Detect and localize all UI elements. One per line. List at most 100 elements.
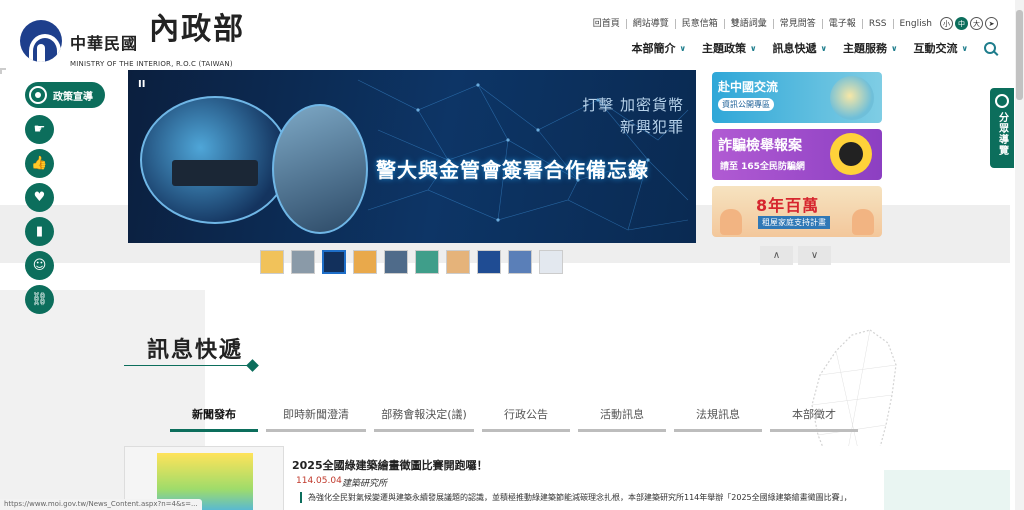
corner-decoration <box>0 68 6 74</box>
carousel-thumb[interactable] <box>291 250 315 274</box>
logo-cn: 中華民國 <box>70 34 139 53</box>
hero-banner[interactable]: II 打擊 加密貨幣 新興犯罪 警大與金管會簽署合作備忘錄 <box>128 70 696 243</box>
toplink-sitemap[interactable]: 網站導覽 <box>627 18 676 29</box>
tab-press-release[interactable]: 新聞發布 <box>170 406 258 432</box>
chevron-down-icon: ∨ <box>820 43 828 53</box>
toplink-mailbox[interactable]: 民意信箱 <box>676 18 725 29</box>
chevron-down-icon[interactable]: ∨ <box>798 246 831 265</box>
child-illustration <box>852 209 874 235</box>
heart-hand-icon[interactable]: ♥ <box>25 183 54 212</box>
font-size-small-button[interactable]: 小 <box>940 17 953 30</box>
carousel-thumb[interactable] <box>508 250 532 274</box>
audience-guide-label: 分眾導覽 <box>996 112 1008 156</box>
chevron-up-icon[interactable]: ∧ <box>760 246 793 265</box>
carousel-thumb-active[interactable] <box>322 250 346 274</box>
ministry-logo[interactable]: 中華民國 內政部 MINISTRY OF THE INTERIOR, R.O.C… <box>20 12 246 68</box>
globe-icon <box>830 76 874 120</box>
nav-label: 訊息快遞 <box>772 42 817 55</box>
ad-china-exchange[interactable]: 赴中國交流 資訊公開專區 <box>712 72 882 123</box>
section-title-news: 訊息快遞 <box>147 337 244 363</box>
carousel-thumb[interactable] <box>539 250 563 274</box>
carousel-thumb[interactable] <box>260 250 284 274</box>
chevron-down-icon: ∨ <box>891 43 898 53</box>
section-title-underline <box>124 365 252 366</box>
thumbs-up-icon[interactable]: 👍 <box>25 149 54 178</box>
nav-label: 主題服務 <box>843 42 887 55</box>
target-icon <box>29 86 47 104</box>
ad-scroll-controls: ∧ ∨ <box>760 246 836 265</box>
tab-announcements[interactable]: 行政公告 <box>482 406 570 432</box>
news-date: 114.05.04 <box>296 476 342 486</box>
nav-label: 互動交流 <box>913 42 958 55</box>
carousel-thumb[interactable] <box>477 250 501 274</box>
165-badge-icon <box>830 133 872 175</box>
chevron-down-icon: ∨ <box>679 43 687 53</box>
carousel-thumb[interactable] <box>446 250 470 274</box>
handshake-icon[interactable]: ☛ <box>25 115 54 144</box>
share-icon[interactable]: ➤ <box>985 17 998 30</box>
news-item[interactable]: 2025全國綠建築繪畫徵圖比賽開跑囉！ 114.05.04 建築研究所 為強化全… <box>124 446 884 510</box>
ad3-title: 8年百萬 <box>756 196 820 215</box>
tab-recruitment[interactable]: 本部徵才 <box>770 406 858 432</box>
user-icon <box>995 94 1009 108</box>
toplink-glossary[interactable]: 雙語詞彙 <box>725 18 774 29</box>
main-nav: 本部簡介 ∨ 主題政策 ∨ 訊息快遞 ∨ 主題服務 ∨ 互動交流 ∨ <box>616 40 996 56</box>
chevron-down-icon: ∨ <box>750 43 757 53</box>
toplink-home[interactable]: 回首頁 <box>587 18 627 29</box>
carousel-thumb[interactable] <box>353 250 377 274</box>
toplink-english[interactable]: English <box>894 19 939 29</box>
control-room-photo <box>140 96 290 224</box>
carousel-thumb[interactable] <box>384 250 408 274</box>
nav-policy[interactable]: 主題政策 ∨ <box>702 40 757 56</box>
nav-about[interactable]: 本部簡介 ∨ <box>632 40 687 56</box>
ministry-emblem-icon <box>20 20 62 62</box>
nav-label: 主題政策 <box>702 42 746 55</box>
ad3-sub: 租屋家庭支持計畫 <box>758 216 830 229</box>
tab-meeting-decisions[interactable]: 部務會報決定(議) <box>374 406 474 432</box>
status-bar-url: https://www.moi.gov.tw/News_Content.aspx… <box>0 499 202 510</box>
toplink-newsletter[interactable]: 電子報 <box>823 18 863 29</box>
hero-headline: 警大與金管會簽署合作備忘錄 <box>376 158 649 182</box>
audience-guide-tab[interactable]: 分眾導覽 <box>990 88 1014 168</box>
child-illustration <box>720 209 742 235</box>
link-icon[interactable]: ⛓ <box>25 285 54 314</box>
top-links: 回首頁 網站導覽 民意信箱 雙語詞彙 常見問答 電子報 RSS English … <box>587 17 998 30</box>
logo-text: 中華民國 內政部 MINISTRY OF THE INTERIOR, R.O.C… <box>70 12 246 68</box>
ad2-title: 詐騙檢舉報案 <box>718 138 802 154</box>
font-size-medium-button[interactable]: 中 <box>955 17 968 30</box>
carousel-thumbnails <box>260 250 570 274</box>
font-size-large-button[interactable]: 大 <box>970 17 983 30</box>
news-description: 為強化全民對氣候變遷與建築永續發展議題的認識，並積極推動綠建築節能減碳理念扎根，… <box>300 492 852 503</box>
nav-news[interactable]: 訊息快遞 ∨ <box>773 40 828 56</box>
logo-brush: 內政部 <box>149 12 246 47</box>
news-title[interactable]: 2025全國綠建築繪畫徵圖比賽開跑囉！ <box>292 457 488 473</box>
ad1-sub: 資訊公開專區 <box>718 98 774 111</box>
entrance-photo <box>272 104 368 234</box>
nav-label: 本部簡介 <box>631 42 676 55</box>
people-icon[interactable]: ☺ <box>25 251 54 280</box>
tab-clarification[interactable]: 即時新聞澄清 <box>266 406 366 432</box>
nav-interaction[interactable]: 互動交流 ∨ <box>914 40 969 56</box>
diamond-icon <box>246 359 259 372</box>
toplink-faq[interactable]: 常見問答 <box>774 18 823 29</box>
policy-promo-label: 政策宣導 <box>53 91 93 103</box>
news-org: 建築研究所 <box>342 479 388 489</box>
search-icon[interactable] <box>984 42 996 54</box>
news-tabs: 新聞發布 即時新聞澄清 部務會報決定(議) 行政公告 活動訊息 法規訊息 本部徵… <box>170 406 866 432</box>
logo-en: MINISTRY OF THE INTERIOR, R.O.C (TAIWAN) <box>70 60 233 68</box>
hero-subtitle: 打擊 加密貨幣 新興犯罪 <box>582 96 684 136</box>
nav-services[interactable]: 主題服務 ∨ <box>843 40 898 56</box>
ad2-sub: 請至 165全民防騙網 <box>720 162 805 172</box>
ad-rental-support[interactable]: 8年百萬 租屋家庭支持計畫 <box>712 186 882 237</box>
chevron-down-icon: ∨ <box>961 43 969 53</box>
toplink-rss[interactable]: RSS <box>863 18 894 29</box>
scrollbar-thumb[interactable] <box>1016 10 1023 100</box>
ad1-title: 赴中國交流 <box>718 80 779 94</box>
bar-chart-icon[interactable]: ▮ <box>25 217 54 246</box>
pause-icon[interactable]: II <box>138 79 145 90</box>
policy-promo-button[interactable]: 政策宣導 <box>25 82 105 108</box>
carousel-thumb[interactable] <box>415 250 439 274</box>
tab-events[interactable]: 活動訊息 <box>578 406 666 432</box>
tab-regulations[interactable]: 法規訊息 <box>674 406 762 432</box>
ad-fraud-report[interactable]: 詐騙檢舉報案 請至 165全民防騙網 <box>712 129 882 180</box>
